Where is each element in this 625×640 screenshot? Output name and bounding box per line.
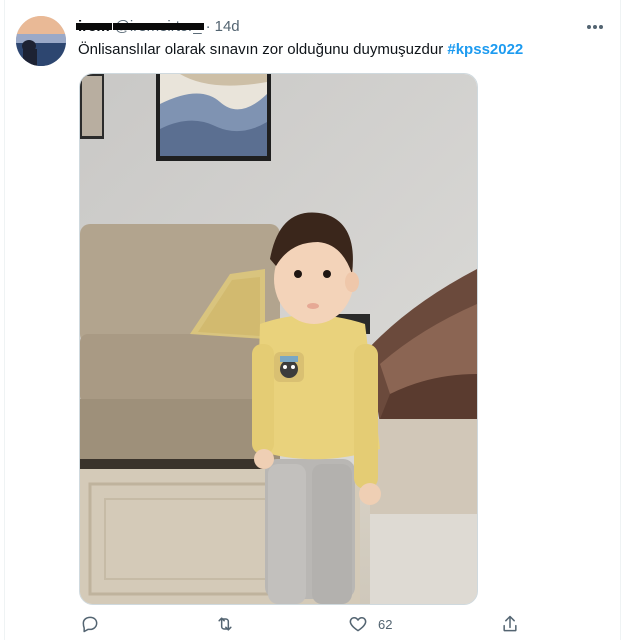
redaction-bar bbox=[76, 22, 112, 30]
tweet-action-bar: 62 bbox=[0, 608, 625, 640]
separator-dot: · bbox=[205, 17, 211, 35]
reply-button[interactable] bbox=[80, 614, 100, 634]
timestamp-link[interactable]: 14d bbox=[215, 18, 240, 35]
more-horizontal-icon bbox=[587, 25, 603, 29]
retweet-icon bbox=[218, 617, 232, 631]
share-button[interactable] bbox=[500, 614, 520, 634]
redaction-bar bbox=[112, 22, 204, 30]
reply-icon bbox=[82, 616, 98, 633]
retweet-button[interactable] bbox=[214, 614, 236, 634]
author-display-name[interactable]: irem bbox=[76, 18, 112, 35]
tweet-photo[interactable] bbox=[79, 73, 478, 605]
tweet-text: Önlisanslılar olarak sınavın zor olduğun… bbox=[78, 40, 523, 60]
author-handle[interactable]: @iremeirtor_ bbox=[112, 18, 204, 35]
more-options-button[interactable] bbox=[584, 16, 606, 38]
hashtag-link[interactable]: #kpss2022 bbox=[447, 41, 523, 58]
heart-icon bbox=[349, 617, 367, 632]
like-button[interactable]: 62 bbox=[348, 614, 392, 634]
like-count: 62 bbox=[378, 616, 393, 632]
frame-border-left bbox=[4, 0, 5, 640]
avatar[interactable] bbox=[16, 16, 66, 66]
photo-toddler-living-room bbox=[80, 74, 477, 604]
share-icon bbox=[503, 615, 517, 632]
tweet-header: irem @iremeirtor_ · 14d bbox=[76, 15, 240, 37]
tweet-body: Önlisanslılar olarak sınavın zor olduğun… bbox=[78, 41, 444, 58]
frame-border-right bbox=[620, 0, 621, 640]
